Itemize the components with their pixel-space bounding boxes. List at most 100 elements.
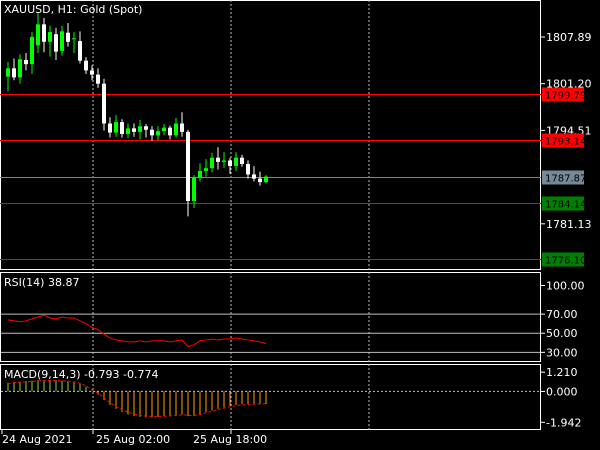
level-tags: 1799.79 1793.14 1787.87 1784.14 1776.10 [542,87,586,267]
candle [138,119,142,140]
price-tick-label: 1781.13 [546,218,592,231]
candle [30,32,34,74]
macd-tick-label: 0.000 [546,385,578,398]
level-tag-label: 1787.87 [545,174,586,185]
candle-body [102,83,106,124]
candle-body [240,157,244,164]
candle-body [234,157,238,167]
candle-body [144,126,148,130]
candle-body [264,176,268,183]
rsi-indicator: 100.00 70.00 50.00 30.00 [1,279,585,359]
candle-body [180,123,184,132]
candles[interactable] [6,13,268,217]
candle-body [48,32,52,42]
candle [150,126,154,141]
macd-label: MACD(9,14,3) -0.793 -0.774 [4,368,158,381]
candle [234,152,238,171]
macd-signal-line [7,379,267,417]
candle [246,160,250,179]
candle-body [66,32,70,42]
candle-body [84,60,88,71]
candle-body [156,131,160,136]
candle [180,112,184,137]
price-panel-border [0,0,541,270]
level-tag-label: 1776.10 [545,256,586,267]
candle-body [78,41,82,61]
candle [12,58,16,81]
rsi-tick-label: 50.00 [546,327,578,340]
candle [6,62,10,92]
level-tag-label: 1799.79 [545,91,586,102]
candle [72,32,76,53]
candle-body [60,31,64,51]
candle-body [18,59,22,78]
candle [168,125,172,140]
time-tick-label: 25 Aug 18:00 [193,433,267,446]
candle-body [258,178,262,183]
time-tick-label: 24 Aug 2021 [2,433,72,446]
candle-body [114,122,118,133]
rsi-tick-label: 100.00 [546,279,585,292]
candle-body [228,160,232,167]
candle [264,175,268,184]
candle-body [174,123,178,136]
candle-body [90,70,94,75]
candle-body [198,170,202,178]
candle [96,68,100,88]
candle-body [222,160,226,162]
macd-tick-label: -1.942 [546,416,581,429]
candle-body [42,24,46,42]
candle [36,13,40,53]
rsi-panel-border [0,272,541,362]
candle [240,154,244,167]
candle-body [30,36,34,65]
candle-body [72,38,76,40]
macd-tick-label: 1.210 [546,366,578,379]
candle [210,152,214,173]
candle [108,117,112,138]
candle [42,18,46,53]
candle-body [12,68,16,78]
level-tag-label: 1784.14 [545,200,586,211]
candle [132,123,136,137]
time-axis: 24 Aug 2021 25 Aug 02:00 25 Aug 18:00 [1,430,267,446]
candle [144,124,148,138]
candle [24,52,28,71]
rsi-line [7,314,267,348]
candle [126,123,130,139]
candle [54,27,58,60]
chart-frame [0,0,541,430]
candle-body [192,177,196,201]
candle [120,119,124,138]
candle [162,124,166,136]
candle-body [126,128,130,134]
trading-chart[interactable]: 1807.891801.201794.511781.13 1799.791793… [0,0,600,450]
candle-body [252,174,256,179]
candle-body [54,34,58,52]
price-levels [0,94,541,260]
candle-body [246,163,250,175]
candle-body [186,131,190,201]
candle [102,78,106,131]
candle [216,147,220,170]
candle-body [36,24,40,46]
candle [204,159,208,177]
candle [174,117,178,138]
candle [198,163,202,182]
candle [84,57,88,74]
candle-body [138,126,142,132]
candle [258,171,262,186]
candle-body [168,127,172,136]
candle [66,22,70,47]
rsi-tick-label: 30.00 [546,346,578,359]
time-tick-label: 25 Aug 02:00 [96,433,170,446]
candle [78,31,82,64]
rsi-tick-label: 70.00 [546,308,578,321]
candle-body [6,68,10,77]
candle [114,115,118,137]
candle [48,25,52,57]
candle-body [162,127,166,132]
candle-body [210,157,214,169]
candle [156,126,160,141]
candle [222,152,226,169]
